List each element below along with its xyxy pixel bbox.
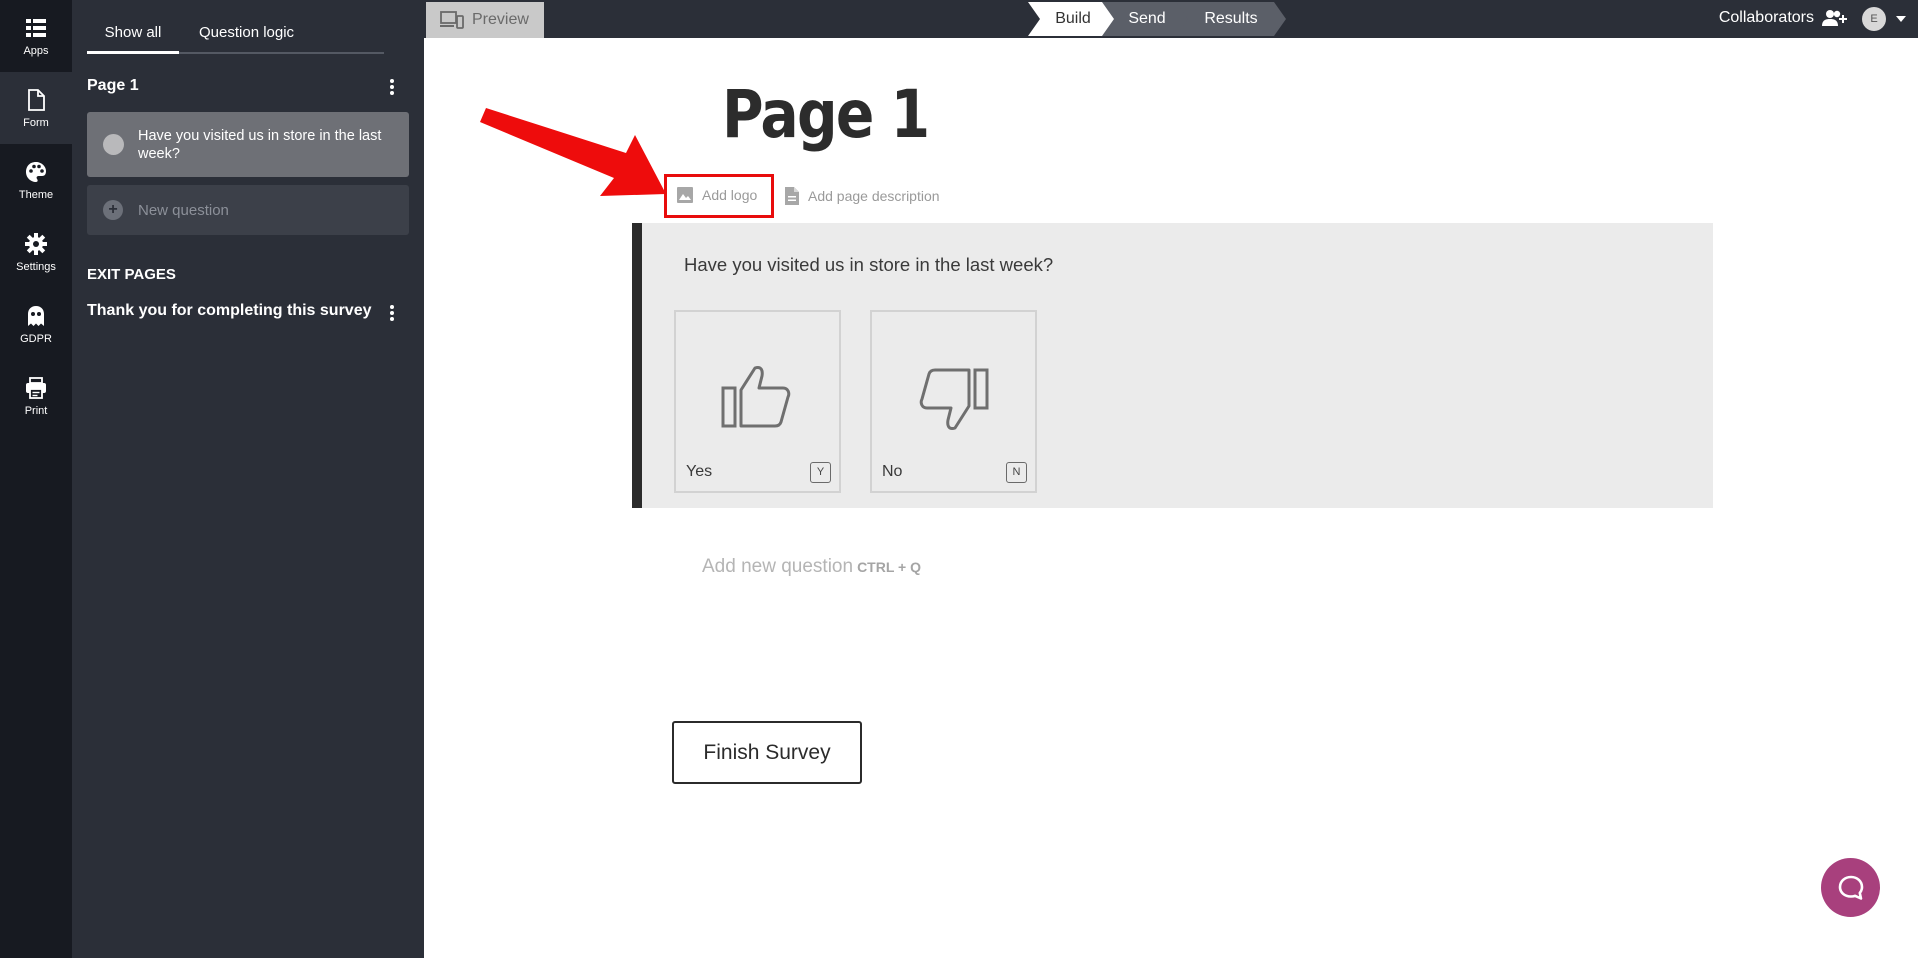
add-new-question-button[interactable]: Add new question CTRL + Q <box>702 556 921 578</box>
question-card[interactable]: Have you visited us in store in the last… <box>632 223 1713 508</box>
rail-label: Theme <box>18 189 54 201</box>
description-icon <box>785 187 799 205</box>
exit-page-options-kebab-icon[interactable] <box>385 302 399 324</box>
add-logo-button[interactable]: Add logo <box>676 186 757 204</box>
rail-item-print[interactable]: Print <box>0 360 72 432</box>
rail-label: GDPR <box>20 333 52 345</box>
choice-yes[interactable]: Yes Y <box>674 310 841 493</box>
collaborators-button[interactable]: Collaborators <box>1719 9 1848 27</box>
chat-icon <box>1838 875 1863 900</box>
sidebar-question-text: Have you visited us in store in the last… <box>138 127 382 162</box>
app-rail: Apps Form Theme Settings GDPR Print <box>0 0 72 958</box>
add-page-description-label: Add page description <box>808 188 940 204</box>
image-icon <box>677 187 693 203</box>
preview-button[interactable]: Preview <box>426 2 544 38</box>
choice-no[interactable]: No N <box>870 310 1037 493</box>
survey-builder-app: Apps Form Theme Settings GDPR Print Show… <box>0 0 1918 958</box>
add-page-description-button[interactable]: Add page description <box>784 186 940 206</box>
question-title[interactable]: Have you visited us in store in the last… <box>684 254 1053 276</box>
panel-tabs: Show all Question logic <box>87 14 384 54</box>
finish-survey-button[interactable]: Finish Survey <box>672 721 862 784</box>
keyboard-shortcut-badge: N <box>1006 462 1027 483</box>
new-question-label: New question <box>138 201 229 219</box>
rail-item-gdpr[interactable]: GDPR <box>0 288 72 360</box>
step-label: Results <box>1204 10 1258 27</box>
keyboard-shortcut-badge: Y <box>810 462 831 483</box>
preview-label: Preview <box>472 11 529 28</box>
exit-pages-heading: EXIT PAGES <box>87 266 176 283</box>
add-new-question-shortcut: CTRL + Q <box>857 559 921 575</box>
choice-label: No <box>882 463 903 480</box>
rail-label: Settings <box>16 261 56 273</box>
chevron-down-icon[interactable] <box>1896 16 1906 22</box>
rail-item-form[interactable]: Form <box>0 72 72 144</box>
question-type-dot-icon <box>103 134 124 155</box>
form-structure-panel: Show all Question logic Page 1 Have you … <box>72 0 424 958</box>
thumbs-up-icon <box>721 366 791 428</box>
red-arrow-annotation-icon <box>480 108 666 196</box>
top-bar: Preview Build Send Results Collaborators <box>424 0 1918 38</box>
add-new-question-label: Add new question <box>702 556 854 577</box>
sidebar-question-item[interactable]: Have you visited us in store in the last… <box>87 112 409 177</box>
rail-label: Form <box>23 117 49 129</box>
add-logo-label: Add logo <box>702 187 758 203</box>
tab-show-all[interactable]: Show all <box>87 24 179 54</box>
rail-label: Apps <box>23 45 49 57</box>
printer-icon <box>26 377 46 399</box>
new-question-button[interactable]: + New question <box>87 185 409 235</box>
rail-item-theme[interactable]: Theme <box>0 144 72 216</box>
palette-icon <box>26 162 46 182</box>
ghost-icon <box>28 306 44 326</box>
tab-question-logic[interactable]: Question logic <box>199 24 294 41</box>
thumbs-down-icon <box>919 368 989 430</box>
plus-icon: + <box>103 200 123 220</box>
document-icon <box>28 89 45 111</box>
add-user-icon <box>1822 10 1847 26</box>
rail-item-settings[interactable]: Settings <box>0 216 72 288</box>
chat-support-button[interactable] <box>1821 858 1880 917</box>
collaborators-label: Collaborators <box>1718 9 1814 26</box>
step-results[interactable]: Results <box>1176 2 1286 36</box>
page-heading: Page 1 <box>87 77 139 94</box>
rail-label: Print <box>24 405 48 417</box>
gear-icon <box>25 233 47 255</box>
user-avatar[interactable]: E <box>1862 7 1886 31</box>
apps-grid-icon <box>26 19 46 37</box>
devices-icon <box>440 11 464 29</box>
page-title[interactable]: Page 1 <box>722 76 930 153</box>
exit-page-item[interactable]: Thank you for completing this survey <box>87 302 372 320</box>
rail-item-apps[interactable]: Apps <box>0 0 72 72</box>
page-options-kebab-icon[interactable] <box>385 76 399 98</box>
choice-label: Yes <box>686 463 713 480</box>
